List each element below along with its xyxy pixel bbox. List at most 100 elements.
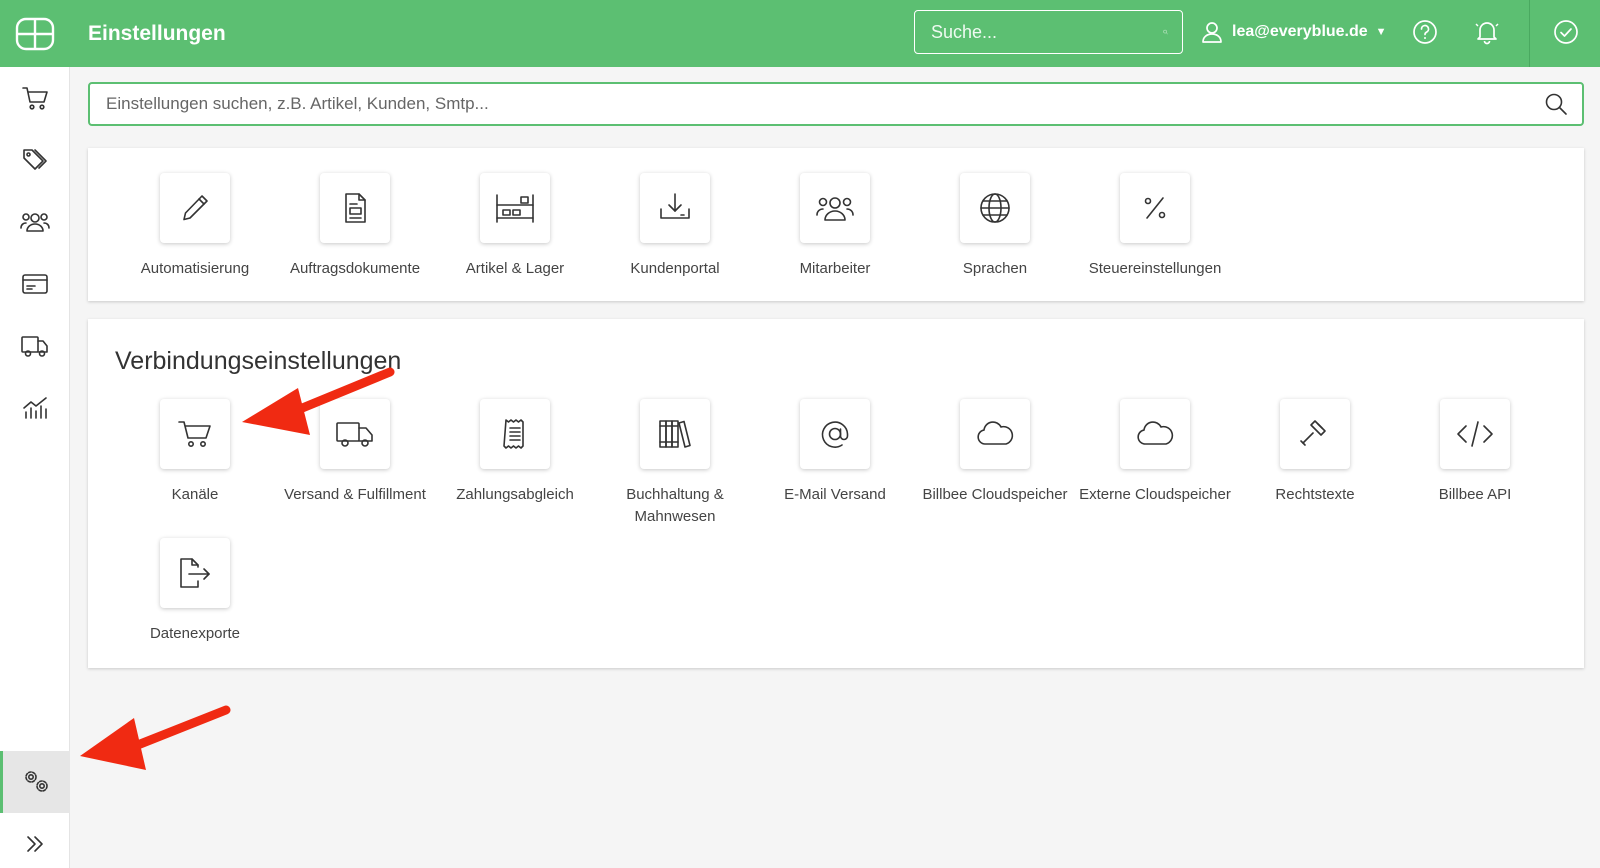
sidebar-item-shipping[interactable] [0,315,70,377]
document-icon [345,193,366,223]
general-settings-card: Automatisierung Auftragsdokumente Artike… [88,148,1584,301]
logo-icon [15,17,55,50]
tile-artikel-lager[interactable]: Artikel & Lager [435,173,595,280]
double-chevron-icon [27,836,43,852]
sidebar [0,67,70,868]
header-divider [1529,0,1530,67]
status-button[interactable] [1552,18,1580,46]
global-search[interactable] [914,10,1183,54]
tile-icon-box [160,399,230,469]
tile-buchhaltung-mahnwesen[interactable]: Buchhaltung & Mahnwesen [595,399,755,528]
tile-datenexporte[interactable]: Datenexporte [115,538,275,645]
tile-email-versand[interactable]: E-Mail Versand [755,399,915,506]
tile-steuereinstellungen[interactable]: Steuereinstellungen [1075,173,1235,280]
settings-search[interactable] [88,82,1584,126]
annotation-arrow-icon [242,367,395,435]
chevron-down-icon: ▼ [1375,26,1387,38]
code-icon [1457,421,1493,447]
tile-kundenportal[interactable]: Kundenportal [595,173,755,280]
notifications-button[interactable] [1473,18,1501,46]
settings-search-input[interactable] [106,94,1544,114]
user-icon [1202,22,1222,43]
tile-icon-box [640,173,710,243]
receipt-icon [503,419,524,449]
search-icon[interactable] [1163,20,1168,44]
user-menu[interactable]: lea@everyblue.de ▼ [1200,20,1387,44]
tile-auftragsdokumente[interactable]: Auftragsdokumente [275,173,435,280]
sidebar-item-payments[interactable] [0,253,70,315]
tile-icon-box [640,399,710,469]
global-search-input[interactable] [931,21,1163,43]
users-icon [20,213,50,232]
sidebar-item-settings[interactable] [0,751,70,813]
tile-icon-box [1440,399,1510,469]
tile-label: Mitarbeiter [799,260,871,277]
tile-icon-box [480,399,550,469]
warehouse-icon [496,194,534,223]
billbee-logo[interactable] [0,0,70,67]
chart-icon [23,397,47,419]
sidebar-expand-button[interactable] [0,813,70,868]
percent-icon [1144,197,1166,219]
tile-billbee-api[interactable]: Billbee API [1395,399,1555,506]
help-icon [1413,20,1437,44]
tile-label: Steuereinstellungen [1088,260,1222,277]
tile-icon-box [800,173,870,243]
tile-billbee-cloudspeicher[interactable]: Billbee Cloudspeicher [915,399,1075,506]
top-bar: Einstellungen lea@everyblue.de ▼ [0,0,1600,67]
tile-label: Buchhaltung & Mahnwesen [626,486,724,525]
tile-rechtstexte[interactable]: Rechtstexte [1235,399,1395,506]
gears-icon [24,771,48,792]
tile-label: Auftragsdokumente [289,260,421,277]
export-icon [180,558,210,588]
cloud-icon [977,421,1014,445]
at-icon [821,421,849,448]
tile-automatisierung[interactable]: Automatisierung [115,173,275,280]
sidebar-item-orders[interactable] [0,67,70,129]
tile-label: Automatisierung [140,260,250,277]
team-icon [816,197,854,221]
tile-icon-box [800,399,870,469]
user-email: lea@everyblue.de [1232,23,1368,40]
check-circle-icon [1554,20,1578,44]
tile-label: Kanäle [171,486,219,503]
tile-mitarbeiter[interactable]: Mitarbeiter [755,173,915,280]
tile-sprachen[interactable]: Sprachen [915,173,1075,280]
tile-label: Kundenportal [630,260,720,277]
annotation-arrow-icon [80,705,231,770]
cart-icon [178,421,211,447]
tile-label: Sprachen [962,260,1028,277]
tile-label: Rechtstexte [1275,486,1355,503]
tile-externe-cloudspeicher[interactable]: Externe Cloudspeicher [1075,399,1235,506]
gavel-icon [1300,420,1326,446]
tile-icon-box [960,399,1030,469]
search-icon[interactable] [1544,92,1568,116]
download-tray-icon [660,193,690,219]
tile-label: Zahlungsabgleich [456,486,574,503]
truck-icon [21,336,48,357]
sidebar-item-customers[interactable] [0,191,70,253]
tile-icon-box [960,173,1030,243]
tile-icon-box [1120,173,1190,243]
cloud-icon [1137,421,1174,445]
tile-label: E-Mail Versand [784,486,886,503]
tile-icon-box [320,173,390,243]
pencil-icon [183,195,208,221]
bell-icon [1475,22,1499,45]
tile-icon-box [160,538,230,608]
tile-icon-box [1280,399,1350,469]
sidebar-item-articles[interactable] [0,129,70,191]
tile-zahlungsabgleich[interactable]: Zahlungsabgleich [435,399,595,506]
help-button[interactable] [1411,18,1439,46]
sidebar-item-statistics[interactable] [0,377,70,439]
tile-icon-box [480,173,550,243]
tag-icon [23,149,47,170]
tile-label: Datenexporte [149,625,241,642]
globe-icon [980,193,1010,223]
tile-label: Artikel & Lager [465,260,565,277]
books-icon [659,420,691,448]
page-title: Einstellungen [88,21,226,45]
tile-icon-box [1120,399,1190,469]
tile-icon-box [160,173,230,243]
tile-label: Externe Cloudspeicher [1079,486,1231,503]
